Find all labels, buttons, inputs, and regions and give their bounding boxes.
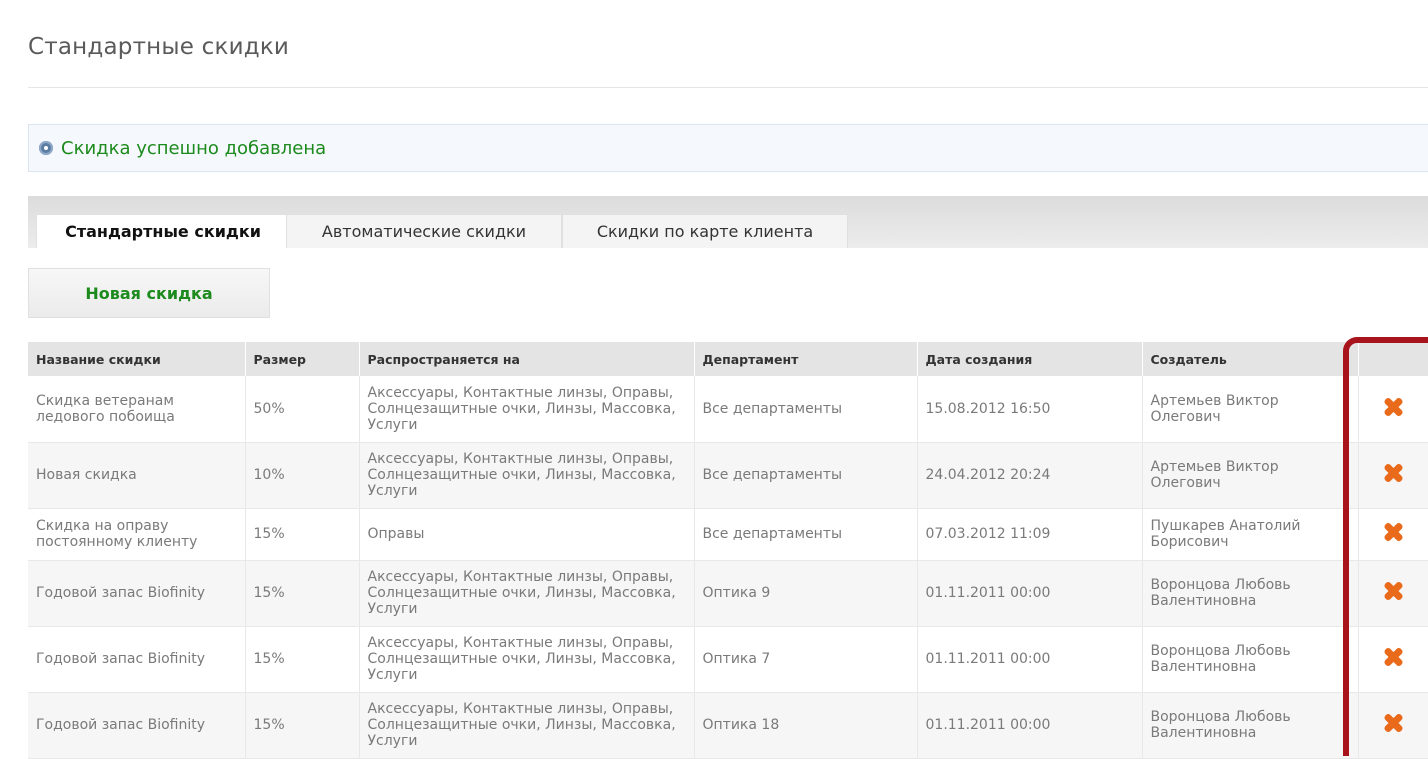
new-discount-button[interactable]: Новая скидка bbox=[28, 268, 270, 318]
cell-creator: Артемьев Виктор Олегович bbox=[1142, 376, 1359, 443]
cell-department: Оптика 18 bbox=[694, 692, 918, 759]
success-notice: Скидка успешно добавлена bbox=[28, 124, 1428, 172]
cell-date: 24.04.2012 20:24 bbox=[917, 442, 1143, 509]
column-header-name[interactable]: Название скидки bbox=[28, 342, 246, 376]
cell-size: 15% bbox=[245, 508, 360, 561]
cell-date: 01.11.2011 00:00 bbox=[917, 692, 1143, 759]
info-icon bbox=[39, 141, 53, 155]
cell-applies: Аксессуары, Контактные линзы, Оправы, Со… bbox=[359, 692, 695, 759]
cell-department: Оптика 7 bbox=[694, 626, 918, 693]
cell-creator: Воронцова Любовь Валентиновна bbox=[1142, 692, 1359, 759]
column-header-size[interactable]: Размер bbox=[245, 342, 360, 376]
cell-size: 50% bbox=[245, 376, 360, 443]
cell-applies: Оправы bbox=[359, 508, 695, 561]
cell-name[interactable]: Скидка на оправу постоянному клиенту bbox=[28, 508, 246, 561]
cell-applies: Аксессуары, Контактные линзы, Оправы, Со… bbox=[359, 560, 695, 627]
tab-client-card-discounts[interactable]: Скидки по карте клиента bbox=[562, 214, 848, 248]
cell-applies: Аксессуары, Контактные линзы, Оправы, Со… bbox=[359, 442, 695, 509]
cell-name[interactable]: Годовой запас Biofinity bbox=[28, 560, 246, 627]
cell-size: 15% bbox=[245, 626, 360, 693]
cell-creator: Пушкарев Анатолий Борисович bbox=[1142, 508, 1359, 561]
cell-creator: Артемьев Виктор Олегович bbox=[1142, 442, 1359, 509]
cell-applies: Аксессуары, Контактные линзы, Оправы, Со… bbox=[359, 376, 695, 443]
cell-date: 07.03.2012 11:09 bbox=[917, 508, 1143, 561]
column-header-creator[interactable]: Создатель bbox=[1142, 342, 1359, 376]
table-header-row: Название скидки Размер Распространяется … bbox=[28, 342, 1428, 376]
column-header-department[interactable]: Департамент bbox=[694, 342, 918, 376]
tab-standard-discounts[interactable]: Стандартные скидки bbox=[36, 214, 290, 248]
cell-applies: Аксессуары, Контактные линзы, Оправы, Со… bbox=[359, 626, 695, 693]
cell-size: 15% bbox=[245, 560, 360, 627]
cell-date: 01.11.2011 00:00 bbox=[917, 560, 1143, 627]
cell-size: 15% bbox=[245, 692, 360, 759]
delete-column-highlight bbox=[1343, 337, 1428, 756]
cell-creator: Воронцова Любовь Валентиновна bbox=[1142, 560, 1359, 627]
notice-text: Скидка успешно добавлена bbox=[61, 137, 327, 159]
tab-bar: Стандартные скидки Автоматические скидки… bbox=[28, 196, 1428, 248]
table-row[interactable]: Скидка ветеранам ледового побоища 50% Ак… bbox=[28, 376, 1428, 443]
table-row[interactable]: Скидка на оправу постоянному клиенту 15%… bbox=[28, 508, 1428, 561]
cell-name[interactable]: Годовой запас Biofinity bbox=[28, 626, 246, 693]
table-row[interactable]: Годовой запас Biofinity 15% Аксессуары, … bbox=[28, 560, 1428, 627]
column-header-date[interactable]: Дата создания bbox=[917, 342, 1143, 376]
tab-automatic-discounts[interactable]: Автоматические скидки bbox=[286, 214, 562, 248]
page-title: Стандартные скидки bbox=[28, 34, 290, 60]
title-divider bbox=[28, 87, 1428, 88]
cell-department: Все департаменты bbox=[694, 508, 918, 561]
cell-size: 10% bbox=[245, 442, 360, 509]
cell-date: 15.08.2012 16:50 bbox=[917, 376, 1143, 443]
cell-date: 01.11.2011 00:00 bbox=[917, 626, 1143, 693]
table-row[interactable]: Годовой запас Biofinity 15% Аксессуары, … bbox=[28, 692, 1428, 759]
cell-name[interactable]: Годовой запас Biofinity bbox=[28, 692, 246, 759]
table-row[interactable]: Новая скидка 10% Аксессуары, Контактные … bbox=[28, 442, 1428, 509]
cell-creator: Воронцова Любовь Валентиновна bbox=[1142, 626, 1359, 693]
cell-name[interactable]: Новая скидка bbox=[28, 442, 246, 509]
cell-name[interactable]: Скидка ветеранам ледового побоища bbox=[28, 376, 246, 443]
column-header-applies[interactable]: Распространяется на bbox=[359, 342, 695, 376]
table-row[interactable]: Годовой запас Biofinity 15% Аксессуары, … bbox=[28, 626, 1428, 693]
discounts-table: Название скидки Размер Распространяется … bbox=[28, 342, 1428, 759]
cell-department: Все департаменты bbox=[694, 376, 918, 443]
cell-department: Все департаменты bbox=[694, 442, 918, 509]
cell-department: Оптика 9 bbox=[694, 560, 918, 627]
